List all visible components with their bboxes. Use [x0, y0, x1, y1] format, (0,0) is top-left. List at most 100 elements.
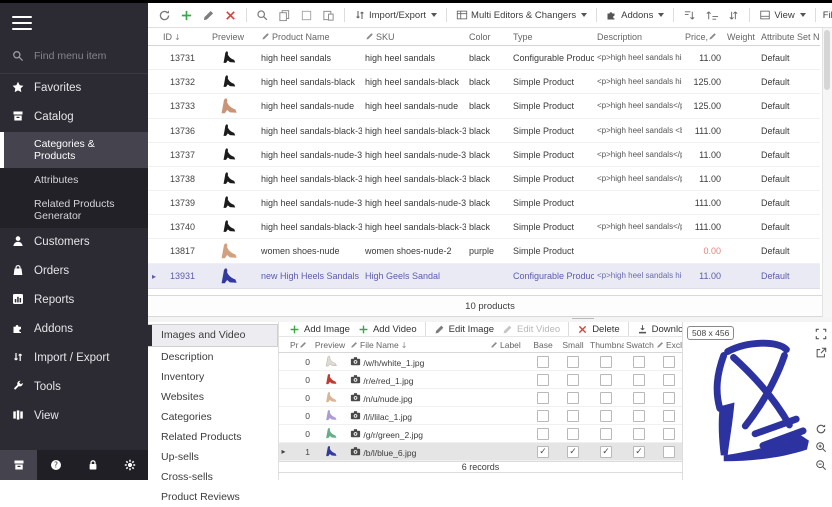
checkbox-cell[interactable]	[588, 353, 624, 371]
product-row[interactable]: 13733 high heel sandals-nude high heel s…	[148, 94, 820, 119]
product-row[interactable]: 13736 high heel sandals-black-36 high he…	[148, 119, 820, 143]
checkbox-cell[interactable]	[558, 371, 588, 389]
col-product-name[interactable]: Product Name	[258, 28, 362, 46]
addons-menu[interactable]: Addons	[604, 8, 666, 22]
col-exclude[interactable]: Exclude	[654, 337, 684, 353]
col-label[interactable]: Label	[488, 337, 528, 353]
checkbox-cell[interactable]: ✓	[624, 443, 654, 461]
checkbox-cell[interactable]	[624, 407, 654, 425]
tab-related-products[interactable]: Related Products	[148, 428, 278, 447]
checkbox-cell[interactable]: ✓	[558, 443, 588, 461]
fullscreen-icon[interactable]	[815, 327, 827, 345]
checkbox-cell[interactable]	[654, 407, 684, 425]
col-color[interactable]: Color	[466, 28, 510, 46]
checkbox-cell[interactable]	[588, 425, 624, 443]
add-video-button[interactable]: Add Video	[356, 323, 419, 336]
col-image-preview[interactable]: Preview	[312, 337, 348, 353]
col-swatch[interactable]: Swatch	[624, 337, 654, 353]
tab-images-and-video[interactable]: Images and Video	[148, 324, 278, 347]
edit-product-button[interactable]	[200, 8, 217, 23]
sidebar-item-orders[interactable]: Orders	[0, 257, 148, 286]
checkbox-cell[interactable]: ✓	[528, 443, 558, 461]
checkbox-cell[interactable]	[654, 425, 684, 443]
checkbox-cell[interactable]	[558, 353, 588, 371]
product-row[interactable]: ▸ 13931 new High Heels Sandals High Geel…	[148, 264, 820, 289]
checkbox-cell[interactable]	[624, 353, 654, 371]
archive-icon[interactable]	[0, 450, 37, 480]
zoom-out-icon[interactable]	[815, 458, 827, 476]
col-base[interactable]: Base	[528, 337, 558, 353]
gear-icon[interactable]	[111, 450, 148, 480]
col-type[interactable]: Type	[510, 28, 594, 46]
menu-toggle-icon[interactable]	[0, 3, 148, 41]
add-image-button[interactable]: Add Image	[287, 323, 352, 336]
tab-description[interactable]: Description	[148, 348, 278, 367]
checkbox-cell[interactable]	[588, 371, 624, 389]
col-small[interactable]: Small	[558, 337, 588, 353]
checkbox-cell[interactable]	[528, 389, 558, 407]
col-id[interactable]: ID↓	[160, 28, 198, 46]
checkbox-cell[interactable]	[654, 371, 684, 389]
checkbox-cell[interactable]	[528, 425, 558, 443]
checkbox-cell[interactable]	[558, 407, 588, 425]
select-checkbox-icon[interactable]	[298, 8, 315, 23]
checkbox-cell[interactable]	[588, 407, 624, 425]
expand-tree-button[interactable]	[681, 8, 698, 23]
edit-video-button[interactable]: Edit Video	[500, 323, 562, 336]
sidebar-item-customers[interactable]: Customers	[0, 228, 148, 257]
sidebar-search[interactable]	[0, 41, 148, 74]
checkbox-cell[interactable]	[528, 407, 558, 425]
sidebar-item-attributes[interactable]: Attributes	[0, 168, 148, 192]
image-row[interactable]: 0 /n/u/nude.jpg	[279, 389, 684, 407]
vertical-scrollbar[interactable]	[822, 28, 832, 318]
sidebar-search-input[interactable]	[32, 49, 136, 63]
tab-categories[interactable]: Categories	[148, 408, 278, 427]
checkbox-cell[interactable]	[624, 389, 654, 407]
col-price[interactable]: Price,	[682, 28, 724, 46]
image-row[interactable]: 0 /w/h/white_1.jpg	[279, 353, 684, 371]
checkbox-cell[interactable]	[654, 443, 684, 461]
collapse-tree-button[interactable]	[703, 8, 720, 23]
view-menu[interactable]: View	[757, 8, 807, 22]
checkbox-cell[interactable]	[624, 371, 654, 389]
checkbox-cell[interactable]	[654, 353, 684, 371]
checkbox-cell[interactable]	[528, 353, 558, 371]
add-product-button[interactable]	[178, 8, 195, 23]
sidebar-item-tools[interactable]: Tools	[0, 373, 148, 402]
delete-image-button[interactable]: Delete	[575, 323, 621, 336]
image-row[interactable]: 0 /l/i/lilac_1.jpg	[279, 407, 684, 425]
sidebar-item-addons[interactable]: Addons	[0, 315, 148, 344]
zoom-in-icon[interactable]	[815, 440, 827, 458]
checkbox-cell[interactable]	[528, 371, 558, 389]
product-row[interactable]: 13738 high heel sandals-black-37 high he…	[148, 167, 820, 191]
import-export-menu[interactable]: Import/Export	[352, 8, 439, 22]
product-row[interactable]: 13732 high heel sandals-black high heel …	[148, 70, 820, 94]
col-attribute-set[interactable]: Attribute Set Name	[758, 28, 820, 46]
col-weight[interactable]: Weight	[724, 28, 758, 46]
tab-cross-sells[interactable]: Cross-sells	[148, 468, 278, 487]
rotate-image-icon[interactable]	[815, 422, 827, 440]
copy-button[interactable]	[276, 8, 293, 23]
sidebar-item-view[interactable]: View	[0, 402, 148, 431]
sidebar-item-catalog[interactable]: Catalog	[0, 103, 148, 132]
sidebar-item-related-products-generator[interactable]: Related Products Generator	[0, 192, 148, 228]
col-thumbnail[interactable]: Thumbna	[588, 337, 624, 353]
sidebar-item-import-export[interactable]: Import / Export	[0, 344, 148, 373]
product-row[interactable]: 13731 high heel sandals high heel sandal…	[148, 46, 820, 70]
sidebar-item-favorites[interactable]: Favorites	[0, 74, 148, 103]
tab-websites[interactable]: Websites	[148, 388, 278, 407]
image-row[interactable]: 0 /r/e/red_1.jpg	[279, 371, 684, 389]
tab-inventory[interactable]: Inventory	[148, 368, 278, 387]
help-icon[interactable]: ?	[37, 450, 74, 480]
col-position[interactable]: Pr	[288, 337, 312, 353]
sort-tree-button[interactable]	[725, 8, 742, 23]
checkbox-cell[interactable]	[558, 389, 588, 407]
multi-editors-menu[interactable]: Multi Editors & Changers	[454, 8, 589, 22]
checkbox-cell[interactable]	[588, 389, 624, 407]
edit-image-button[interactable]: Edit Image	[432, 323, 496, 336]
checkbox-cell[interactable]	[558, 425, 588, 443]
duplicate-button[interactable]	[320, 8, 337, 23]
checkbox-cell[interactable]: ✓	[588, 443, 624, 461]
sidebar-item-categories-products[interactable]: Categories & Products	[0, 132, 148, 168]
product-row[interactable]: 13739 high heel sandals-nude-37 high hee…	[148, 191, 820, 215]
